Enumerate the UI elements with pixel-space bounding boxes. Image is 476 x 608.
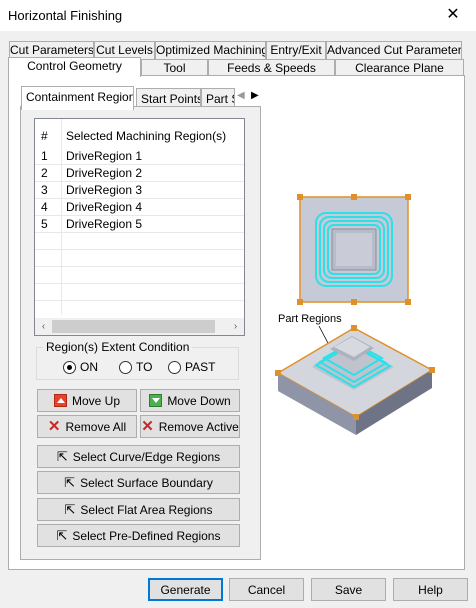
list-item-number: 3 xyxy=(41,183,48,197)
list-item-name: DriveRegion 3 xyxy=(66,183,143,197)
tab-optimized-machining[interactable]: Optimized Machining xyxy=(155,41,266,59)
scrollbar-thumb[interactable] xyxy=(52,320,215,333)
remove-active-label: Remove Active xyxy=(158,419,239,434)
tab-control-geometry[interactable]: Control Geometry xyxy=(8,57,141,77)
list-horizontal-scrollbar[interactable]: ‹ › xyxy=(35,318,244,335)
list-item-name: DriveRegion 4 xyxy=(66,200,143,214)
list-empty-row xyxy=(35,250,244,267)
title-bar: Horizontal Finishing ✕ xyxy=(0,0,476,32)
subtab-containment-regions[interactable]: Containment Regions xyxy=(21,86,134,110)
list-item-number: 1 xyxy=(41,149,48,163)
generate-button[interactable]: Generate xyxy=(148,578,223,601)
list-empty-row xyxy=(35,233,244,250)
select-curve-edge-regions-button[interactable]: ⇱ Select Curve/Edge Regions xyxy=(37,445,240,468)
radio-on-label: ON xyxy=(80,360,98,374)
radio-selected-icon[interactable] xyxy=(63,360,76,374)
radio-to-label: TO xyxy=(136,360,153,374)
list-item-number: 4 xyxy=(41,200,48,214)
close-icon[interactable]: ✕ xyxy=(430,0,476,32)
list-item[interactable]: 2 DriveRegion 2 xyxy=(35,165,244,182)
scroll-right-icon[interactable]: › xyxy=(227,318,244,335)
cursor-icon: ⇱ xyxy=(56,449,68,464)
subtab-scroll-left-icon[interactable]: ◀ xyxy=(237,90,245,101)
list-item-name: DriveRegion 1 xyxy=(66,149,143,163)
remove-icon: ✕ xyxy=(141,418,154,435)
tab-entry-exit[interactable]: Entry/Exit xyxy=(266,41,326,59)
select-predefined-label: Select Pre-Defined Regions xyxy=(72,528,221,543)
list-empty-row xyxy=(35,267,244,284)
cursor-icon: ⇱ xyxy=(64,502,76,517)
arrow-up-icon xyxy=(53,394,67,407)
select-flat-area-regions-button[interactable]: ⇱ Select Flat Area Regions xyxy=(37,498,240,521)
list-item[interactable]: 1 DriveRegion 1 xyxy=(35,148,244,165)
extent-condition-label: Region(s) Extent Condition xyxy=(43,340,193,354)
regions-list[interactable]: # Selected Machining Region(s) 1 DriveRe… xyxy=(34,118,245,336)
save-button[interactable]: Save xyxy=(311,578,386,601)
list-header-region: Selected Machining Region(s) xyxy=(66,129,227,143)
tab-advanced-cut-parameters[interactable]: Advanced Cut Parameters xyxy=(326,41,462,59)
move-up-label: Move Up xyxy=(71,393,121,408)
arrow-down-icon xyxy=(149,394,163,407)
cancel-button[interactable]: Cancel xyxy=(229,578,304,601)
radio-past[interactable]: PAST xyxy=(168,360,215,374)
list-item-name: DriveRegion 2 xyxy=(66,166,143,180)
window-title: Horizontal Finishing xyxy=(8,8,123,23)
radio-unselected-icon[interactable] xyxy=(119,360,132,374)
select-pre-defined-regions-button[interactable]: ⇱ Select Pre-Defined Regions xyxy=(37,524,240,547)
help-button[interactable]: Help xyxy=(393,578,468,601)
part-regions-label: Part Regions xyxy=(278,313,342,325)
remove-all-button[interactable]: ✕ Remove All xyxy=(37,415,137,438)
list-item[interactable]: 4 DriveRegion 4 xyxy=(35,199,244,216)
list-empty-row xyxy=(35,284,244,301)
move-down-label: Move Down xyxy=(167,393,231,408)
remove-active-button[interactable]: ✕ Remove Active xyxy=(140,415,240,438)
remove-icon: ✕ xyxy=(47,418,61,435)
remove-all-label: Remove All xyxy=(65,419,127,434)
select-flat-label: Select Flat Area Regions xyxy=(80,502,213,517)
list-item-name: DriveRegion 5 xyxy=(66,217,143,231)
list-item-number: 5 xyxy=(41,217,48,231)
move-down-button[interactable]: Move Down xyxy=(140,389,240,412)
list-item[interactable]: 3 DriveRegion 3 xyxy=(35,182,244,199)
radio-past-label: PAST xyxy=(185,360,216,374)
cursor-icon: ⇱ xyxy=(64,475,76,490)
extent-condition-group: Region(s) Extent Condition ON TO PAST xyxy=(36,340,239,380)
list-item-number: 2 xyxy=(41,166,48,180)
radio-unselected-icon[interactable] xyxy=(168,360,181,374)
radio-to[interactable]: TO xyxy=(119,360,152,374)
select-surface-boundary-button[interactable]: ⇱ Select Surface Boundary xyxy=(37,471,240,494)
list-item[interactable]: 5 DriveRegion 5 xyxy=(35,216,244,233)
list-header-number: # xyxy=(41,129,48,143)
cursor-icon: ⇱ xyxy=(56,528,68,543)
select-surface-label: Select Surface Boundary xyxy=(80,475,213,490)
radio-on[interactable]: ON xyxy=(63,360,98,374)
move-up-button[interactable]: Move Up xyxy=(37,389,137,412)
subtab-scroll-right-icon[interactable]: ▶ xyxy=(251,90,259,101)
scroll-left-icon[interactable]: ‹ xyxy=(35,318,52,335)
select-curve-label: Select Curve/Edge Regions xyxy=(72,449,221,464)
